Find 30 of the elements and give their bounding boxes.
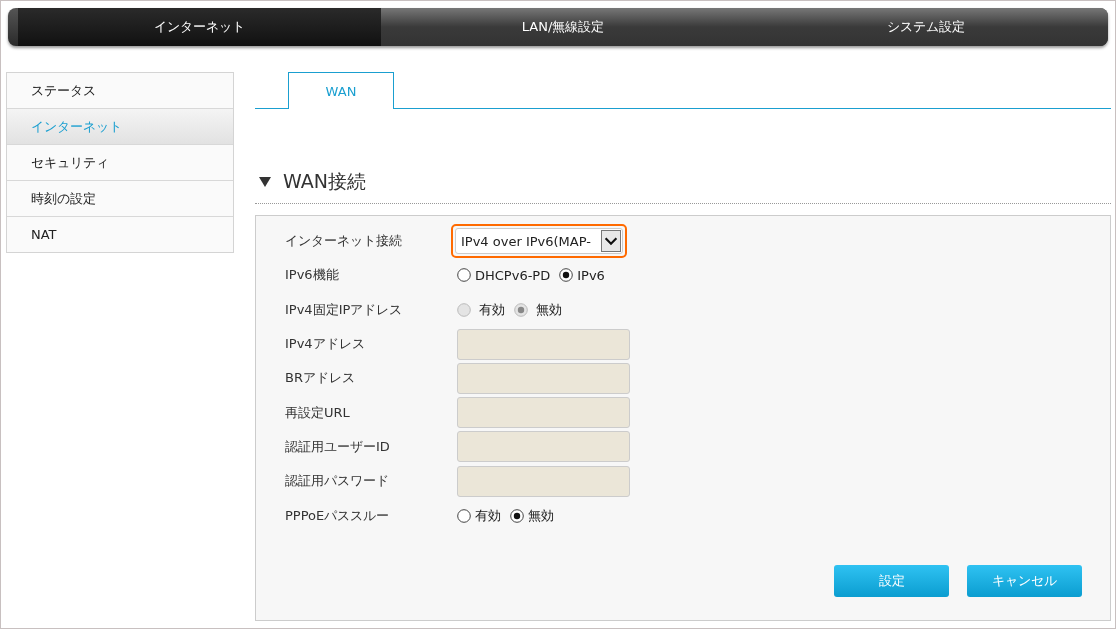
radio-button[interactable] [559,268,574,283]
field-label: PPPoEパススルー [285,506,391,525]
field-label: 認証用ユーザーID [285,437,391,456]
nav-tab[interactable]: インターネット [18,8,382,46]
collapse-triangle-icon[interactable] [259,177,271,187]
select-field[interactable]: IPv4 over IPv6(MAP- [455,228,623,255]
radio-button[interactable] [457,508,471,523]
field-label: IPv4固定IPアドレス [285,300,404,319]
section-title: WAN接続 [283,169,366,194]
radio-label: 有効 [479,300,505,319]
radio-label: 無効 [528,506,554,525]
radio-label: 無効 [536,300,562,319]
radio-label: IPv6 [577,267,605,283]
radio-label: 有効 [475,506,501,525]
caret-icon [601,230,621,253]
field-label: 認証用パスワード [285,472,390,491]
sidebar-item[interactable]: NAT [7,216,233,252]
field-label: BRアドレス [285,369,356,388]
radio-button[interactable] [457,268,471,283]
radio-label: DHCPv6-PD [475,267,551,283]
sidebar-item[interactable]: ステータス [7,73,233,108]
sidebar-item[interactable]: 時刻の設定 [7,180,233,216]
field-label: インターネット接続 [285,232,403,251]
sidebar-item[interactable]: セキュリティ [7,144,233,180]
field-label: IPv4アドレス [285,335,366,354]
nav-tab[interactable]: システム設定 [744,8,1108,46]
radio-button[interactable] [510,508,524,523]
nav-tab[interactable]: LAN/無線設定 [381,8,745,46]
field-label: IPv6機能 [285,266,340,285]
field-label: 再設定URL [285,403,351,422]
